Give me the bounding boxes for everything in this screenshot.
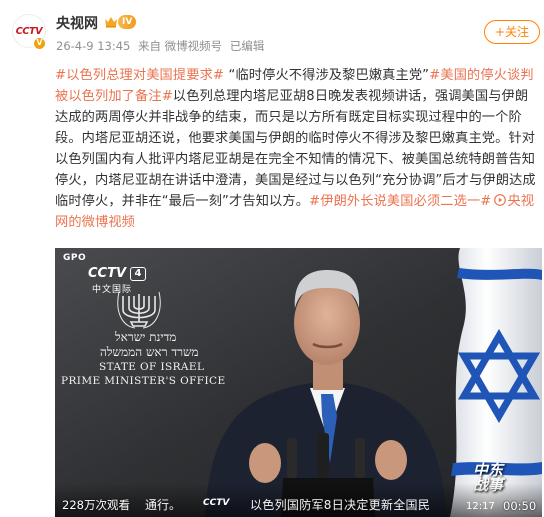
vip-level-badge: IV bbox=[118, 15, 137, 29]
crown-icon bbox=[105, 17, 117, 28]
cctv-subtitle: 中文国际 bbox=[92, 285, 133, 295]
video-duration: 00:50 bbox=[503, 499, 537, 513]
avatar-logo: CCTV bbox=[15, 25, 43, 37]
gpo-watermark: GPO bbox=[63, 253, 87, 263]
broadcast-clock: 12:17 bbox=[466, 501, 495, 512]
username[interactable]: 央视网 bbox=[56, 13, 98, 33]
ticker-text: 通行。 bbox=[145, 498, 182, 512]
backdrop-text-hebrew: משרד ראש הממשלה bbox=[100, 345, 199, 359]
post-text: #以色列总理对美国提要求# “临时停火不得涉及黎巴嫩真主党”#美国的停火谈判被以… bbox=[55, 65, 539, 233]
post-source[interactable]: 来自 微博视频号 bbox=[138, 39, 222, 53]
topic-link[interactable]: #以色列总理对美国提要求# bbox=[55, 68, 224, 83]
ticker-logo: CCTV bbox=[203, 498, 230, 508]
backdrop-text-english: PRIME MINISTER'S OFFICE bbox=[61, 375, 226, 387]
post-timestamp[interactable]: 26-4-9 13:45 bbox=[56, 39, 130, 53]
view-count: 228万次观看 bbox=[62, 498, 130, 512]
video-player[interactable]: GPO CCTV 4 中文国际 מדינת ישראל משרד ראש הממ… bbox=[55, 248, 542, 517]
cctv-logo: CCTV bbox=[88, 266, 127, 281]
post-meta: 26-4-9 13:45 来自 微博视频号 已编辑 bbox=[56, 38, 268, 54]
link-play-icon bbox=[493, 194, 506, 206]
verified-badge: V bbox=[33, 37, 46, 50]
cctv-channel: 4 bbox=[130, 267, 146, 281]
follow-button[interactable]: +关注 bbox=[484, 20, 540, 44]
topic-link[interactable]: #伊朗外长说美国必须二选一# bbox=[309, 194, 491, 209]
post-text-segment: 以色列总理内塔尼亚胡8日晚发表视频讲话，强调美国与伊朗达成的两周停火并非战争的结… bbox=[55, 89, 536, 209]
weibo-post-card: CCTV V 央视网 IV 26-4-9 13:45 来自 微博视频号 已编辑 … bbox=[0, 0, 544, 517]
backdrop-text-english: STATE OF ISRAEL bbox=[99, 361, 205, 373]
edited-label[interactable]: 已编辑 bbox=[230, 39, 265, 53]
post-text-segment: “临时停火不得涉及黎巴嫩真主党” bbox=[224, 68, 430, 83]
backdrop-text-hebrew: מדינת ישראל bbox=[115, 330, 177, 344]
ticker-text: 以色列国防军8日决定更新全国民 bbox=[250, 498, 431, 512]
